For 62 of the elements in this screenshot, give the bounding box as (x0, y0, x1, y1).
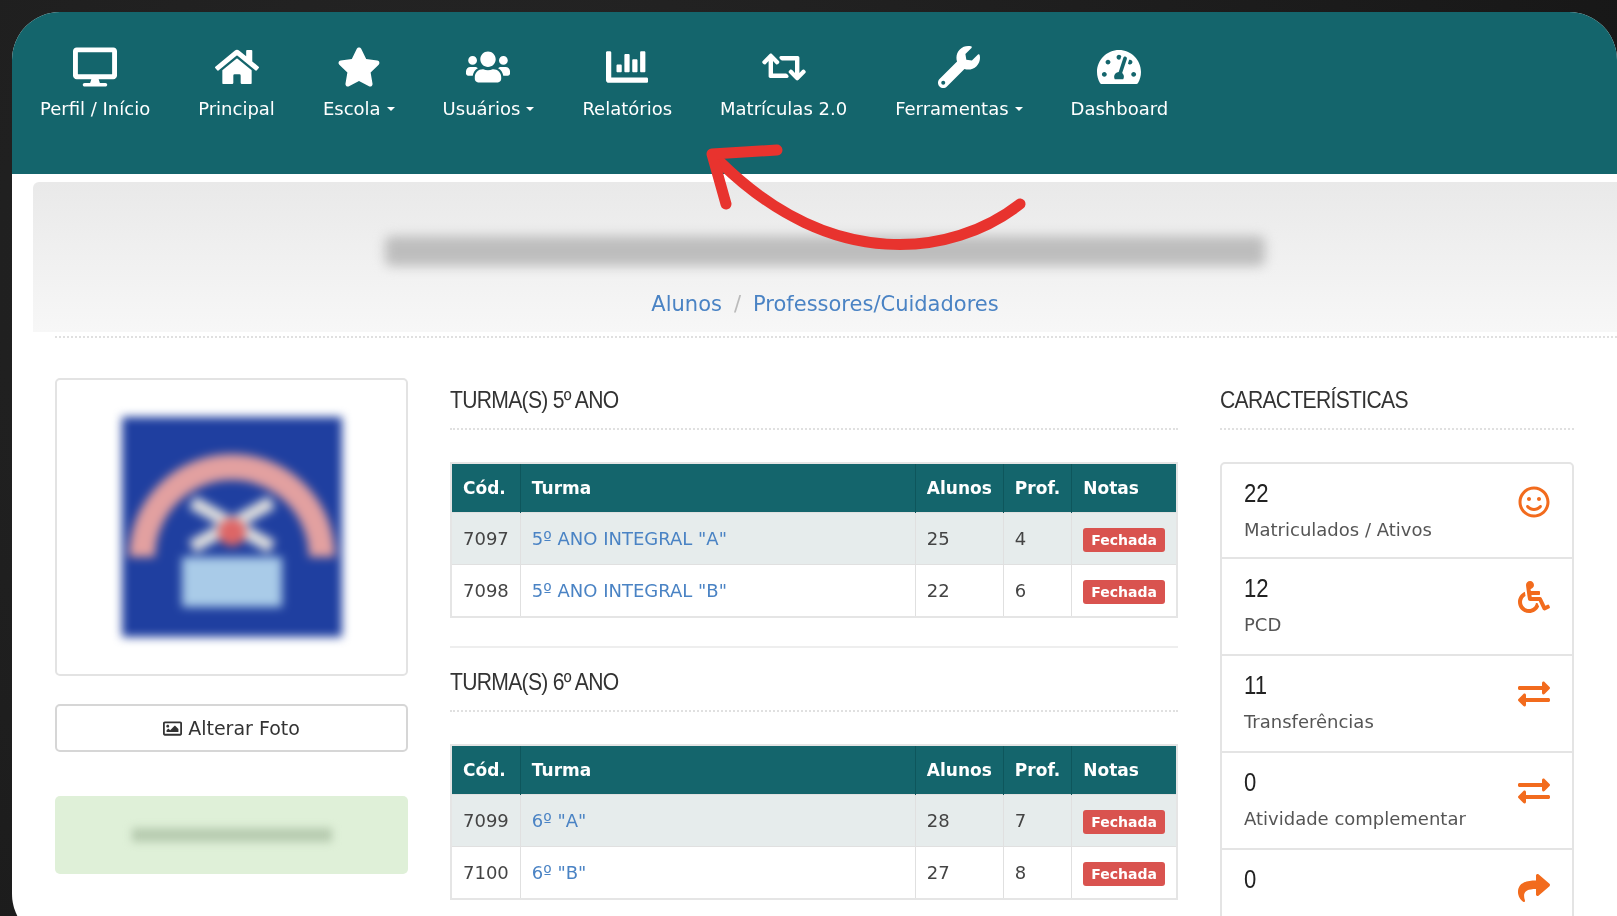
star-icon (336, 46, 381, 88)
class-link[interactable]: 6º "B" (531, 862, 587, 883)
breadcrumb-separator: / (733, 292, 741, 316)
nav-item[interactable]: Dashboard (1046, 46, 1193, 119)
smiley-icon (1518, 486, 1550, 518)
nav-item[interactable]: Usuários (418, 46, 559, 119)
table-cell: 27 (915, 846, 1004, 899)
stat-value: 12 (1244, 573, 1270, 604)
stat-value: 22 (1244, 478, 1270, 509)
section-heading: CARACTERÍSTICAS (1220, 385, 1409, 415)
table-cell: 8 (1003, 846, 1072, 899)
column-header: Prof. (1003, 745, 1072, 795)
column-header: Notas (1071, 745, 1177, 795)
section-heading: TURMA(S) 6º ANO (450, 667, 620, 697)
column-header: Alunos (915, 463, 1004, 513)
caret-icon (1014, 106, 1023, 111)
table-cell: 7097 (451, 512, 521, 565)
stat-label: Transferências (1244, 711, 1374, 732)
breadcrumb-link[interactable]: Professores/Cuidadores (753, 292, 999, 316)
table-cell: 4 (1003, 512, 1072, 565)
nav-item[interactable]: Ferramentas (871, 46, 1047, 119)
change-photo-button[interactable]: Alterar Foto (55, 704, 408, 752)
table-cell: 22 (915, 564, 1004, 617)
class-link[interactable]: 5º ANO INTEGRAL "B" (531, 580, 727, 601)
share-arrow-icon (1518, 872, 1550, 904)
caret-icon (386, 106, 395, 111)
table-cell: 7099 (451, 794, 521, 847)
stat-value: 0 (1244, 767, 1258, 798)
nav-item[interactable]: Escola (298, 46, 419, 119)
image-icon (163, 718, 183, 738)
table-cell: 28 (915, 794, 1004, 847)
wheelchair-icon (1518, 581, 1550, 613)
column-header: Notas (1071, 463, 1177, 513)
column-header: Turma (520, 463, 916, 513)
status-badge: Fechada (1083, 810, 1165, 834)
column-header: Turma (520, 745, 916, 795)
nav-item[interactable]: Principal (174, 46, 299, 119)
stat-label: PCD (1244, 614, 1282, 635)
nav-item[interactable]: Relatórios (558, 46, 697, 119)
nav-item[interactable]: Matrículas 2.0 (696, 46, 872, 119)
breadcrumb-link[interactable]: Alunos (651, 292, 722, 316)
status-badge: Fechada (1083, 580, 1165, 604)
nav-item[interactable]: Perfil / Início (16, 46, 175, 119)
stat-label: Atividade complementar (1244, 808, 1466, 829)
column-header: Cód. (451, 745, 521, 795)
stat-value: 11 (1244, 670, 1268, 701)
caret-icon (526, 106, 535, 111)
monitor-icon (73, 46, 118, 88)
table-cell: 7 (1003, 794, 1072, 847)
table-cell: 6 (1003, 564, 1072, 617)
column-header: Cód. (451, 463, 521, 513)
table-cell: 25 (915, 512, 1004, 565)
stat-value: 0 (1244, 864, 1257, 895)
status-badge: Fechada (1083, 862, 1165, 886)
status-badge: Fechada (1083, 528, 1165, 552)
column-header: Alunos (915, 745, 1004, 795)
section-heading: TURMA(S) 5º ANO (450, 385, 620, 415)
wrench-icon (936, 46, 981, 88)
table-cell: 7100 (451, 846, 521, 899)
stat-label: Matriculados / Ativos (1244, 519, 1432, 540)
column-header: Prof. (1003, 463, 1072, 513)
table-cell: 7098 (451, 564, 521, 617)
